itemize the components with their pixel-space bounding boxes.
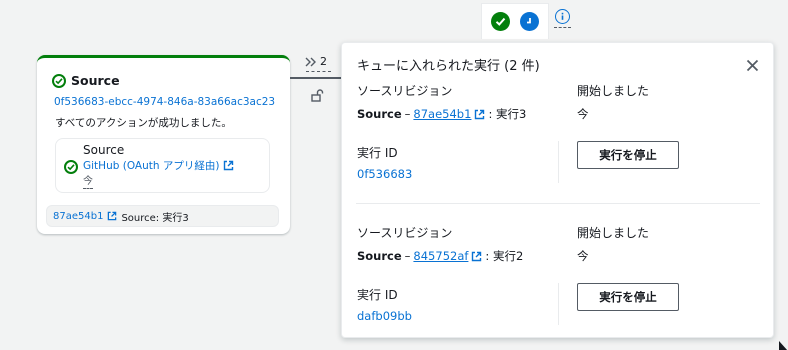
queued-executions-popover: キューに入れられた実行 (2 件) ソースリビジョン Source – 87ae… <box>341 42 774 338</box>
column-divider <box>558 141 559 183</box>
double-chevron-right-icon <box>305 57 316 66</box>
started-value: 今 <box>577 249 589 263</box>
external-link-icon <box>223 160 234 171</box>
info-link-underline <box>554 27 571 28</box>
action-provider-link[interactable]: GitHub (OAuth アプリ経由) <box>83 158 234 173</box>
check-icon <box>495 17 506 26</box>
source-revision-label: ソースリビジョン <box>357 226 453 240</box>
revision-label: Source: 実行3 <box>121 212 189 224</box>
execution-id-link[interactable]: 0f536683 <box>357 167 412 181</box>
source-name: Source <box>357 107 402 121</box>
source-revision-label: ソースリビジョン <box>357 84 453 98</box>
column-divider <box>558 283 559 325</box>
action-box: Source GitHub (OAuth アプリ経由) 今 <box>55 138 270 193</box>
execution-status-toolbar <box>481 3 549 39</box>
source-revision-bar: 87ae54b1 Source: 実行3 <box>46 205 279 227</box>
commit-link[interactable]: 87ae54b1 <box>413 107 471 121</box>
transition-line <box>290 77 342 79</box>
external-link-icon <box>471 251 482 262</box>
execution-id-label: 実行 ID <box>357 288 398 302</box>
revision-suffix: : 実行3 <box>488 107 527 121</box>
popover-title: キューに入れられた実行 (2 件) <box>357 59 540 74</box>
execution-id-link[interactable]: 0f536683-ebcc-4974-846a-83a66ac3ac23 <box>54 96 275 108</box>
info-icon[interactable] <box>555 9 570 24</box>
action-success-icon <box>64 160 78 174</box>
execution-id-link[interactable]: dafb09bb <box>357 309 412 323</box>
revision-dash: – <box>404 107 411 121</box>
started-label: 開始しました <box>577 226 650 240</box>
action-provider-label[interactable]: GitHub (OAuth アプリ経由) <box>83 158 219 173</box>
action-name: Source <box>83 143 125 157</box>
in-progress-status-button[interactable] <box>520 12 539 31</box>
stage-header: Source <box>52 73 120 88</box>
action-time: 今 <box>83 176 93 189</box>
close-button[interactable] <box>744 57 760 73</box>
close-icon <box>746 59 758 71</box>
queue-count: 2 <box>320 55 327 68</box>
clock-icon <box>527 18 531 24</box>
unlock-icon[interactable] <box>311 89 324 105</box>
success-status-button[interactable] <box>491 12 510 31</box>
queued-execution-item: ソースリビジョン Source – 87ae54b1 : 実行3 開始しました … <box>342 73 775 213</box>
revision-dash: – <box>404 249 411 263</box>
execution-id-label: 実行 ID <box>357 146 398 160</box>
stage-title: Source <box>71 73 120 88</box>
commit-link[interactable]: 845752af <box>413 249 468 263</box>
queue-indicator[interactable]: 2 <box>305 55 327 68</box>
started-value: 今 <box>577 107 589 121</box>
stop-execution-button[interactable]: 実行を停止 <box>577 141 679 169</box>
execution-separator <box>356 203 760 204</box>
revision-suffix: : 実行2 <box>485 249 524 263</box>
external-link-icon <box>474 109 485 120</box>
queued-execution-item: ソースリビジョン Source – 845752af : 実行2 開始しました … <box>342 215 775 350</box>
source-stage-card: Source 0f536683-ebcc-4974-846a-83a66ac3a… <box>37 55 290 234</box>
success-check-icon <box>52 73 66 88</box>
started-label: 開始しました <box>577 84 650 98</box>
source-revision-value: Source – 845752af : 実行2 <box>357 248 523 264</box>
queue-indicator-underline <box>306 71 331 72</box>
revision-commit-link[interactable]: 87ae54b1 <box>53 211 103 222</box>
stage-status-text: すべてのアクションが成功しました。 <box>55 117 232 129</box>
external-link-icon <box>107 211 117 221</box>
resize-corner-icon[interactable] <box>779 340 788 350</box>
stop-execution-button[interactable]: 実行を停止 <box>577 283 679 311</box>
source-revision-value: Source – 87ae54b1 : 実行3 <box>357 106 526 122</box>
source-name: Source <box>357 249 402 263</box>
